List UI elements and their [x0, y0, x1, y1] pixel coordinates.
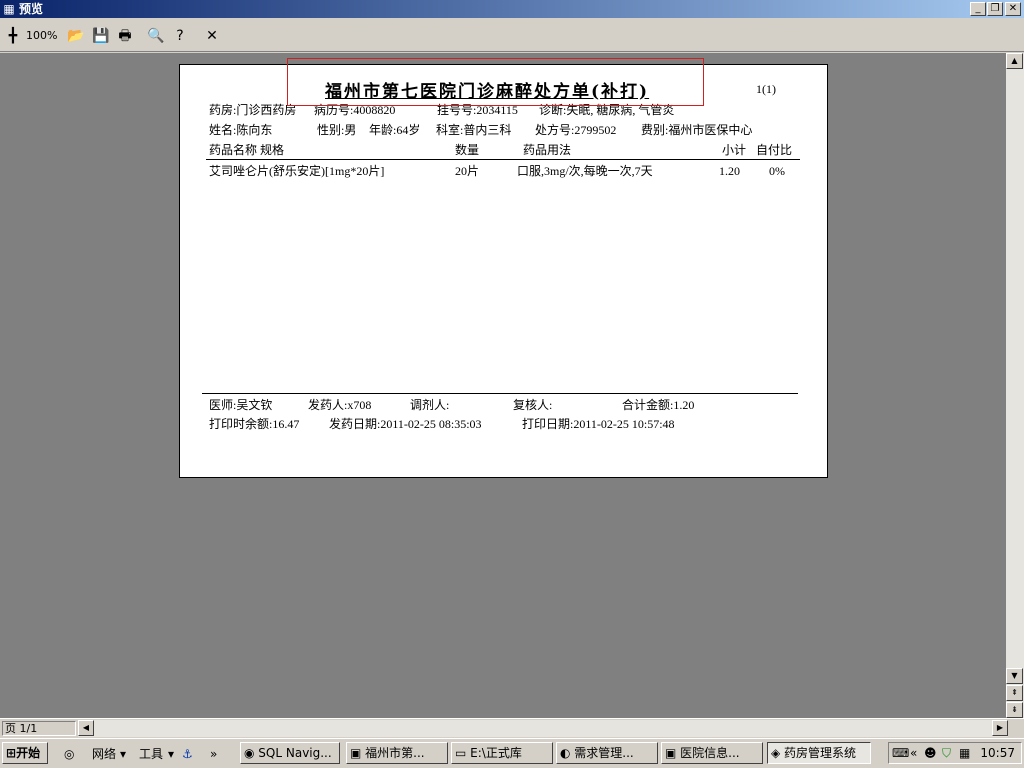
zoom-icon[interactable]: ╋: [6, 26, 20, 46]
quick-network[interactable]: 网络: [92, 744, 116, 764]
item-subtotal: 1.20: [719, 164, 740, 178]
save-icon[interactable]: 💾: [92, 26, 110, 46]
checker: 复核人:: [513, 398, 553, 412]
close-button[interactable]: ✕: [1005, 2, 1021, 16]
expand-tray-icon[interactable]: «: [910, 745, 917, 761]
status-bar: 页 1/1 ◀ ▶: [0, 718, 1024, 738]
scroll-up-icon[interactable]: ▲: [1006, 53, 1023, 69]
window-title-bar: ▦ 预览 _ ❐ ✕: [0, 0, 1024, 18]
task-firefox[interactable]: ◐ 需求管理...: [556, 742, 658, 764]
footer-divider: [202, 393, 798, 394]
preview-toolbar: ╋ 100% 📂 💾 🖶 🔍 ? ✕: [0, 18, 1024, 52]
network-status-icon[interactable]: ▦: [959, 745, 970, 761]
item-usage: 口服,3mg/次,每晚一次,7天: [517, 164, 653, 178]
taskbar: ⊞开始 ◎ 网络 ▾ 工具 ▾ ⚓ » ◉ SQL Navig... ▣ 福州市…: [0, 738, 1024, 768]
close-preview-icon[interactable]: ✕: [203, 26, 221, 46]
task-label: SQL Navig...: [258, 746, 332, 760]
patient-name: 姓名:陈向东: [209, 123, 273, 137]
network-icon[interactable]: ◎: [64, 744, 74, 764]
total-amount: 合计金额:1.20: [622, 398, 695, 412]
keyboard-icon[interactable]: ⌨: [892, 745, 909, 761]
col-drug: 药品名称 规格: [209, 143, 285, 157]
col-qty: 数量: [455, 143, 480, 157]
department: 科室:普内三科: [436, 123, 512, 137]
vertical-scrollbar[interactable]: ▲ ▼ ⇞ ⇟: [1006, 53, 1024, 718]
windows-logo-icon: ⊞: [6, 746, 17, 760]
help-icon[interactable]: ?: [171, 26, 189, 46]
prescription-page: 福州市第七医院门诊麻醉处方单(补打) 1(1) 药房:门诊西药房 病历号:400…: [179, 64, 828, 478]
anchor-icon[interactable]: ⚓: [182, 744, 193, 764]
task-hospital-doc[interactable]: ▣ 医院信息...: [661, 742, 763, 764]
task-label: 药房管理系统: [784, 746, 857, 760]
page-indicator: 1(1): [756, 82, 776, 96]
header-divider: [206, 159, 800, 160]
item-self-pay: 0%: [769, 164, 785, 178]
dispense-date: 发药日期:2011-02-25 08:35:03: [329, 417, 482, 431]
shield-icon[interactable]: ⛉: [942, 745, 951, 761]
page-up-icon[interactable]: ⇞: [1006, 685, 1023, 701]
page-count: 页 1/1: [2, 721, 76, 736]
print-icon[interactable]: 🖶: [116, 26, 134, 46]
item-qty: 20片: [455, 164, 480, 178]
selection-rectangle: [287, 58, 704, 106]
page-down-icon[interactable]: ⇟: [1006, 702, 1023, 718]
item-drug: 艾司唑仑片(舒乐安定)[1mg*20片]: [209, 164, 385, 178]
age: 年龄:64岁: [369, 123, 421, 137]
start-label: 开始: [16, 746, 41, 760]
restore-button[interactable]: ❐: [987, 2, 1003, 16]
task-word-doc[interactable]: ▣ 福州市第...: [346, 742, 448, 764]
horizontal-scrollbar[interactable]: ◀ ▶: [78, 720, 1008, 737]
rx-no: 处方号:2799502: [535, 123, 617, 137]
window-title: 预览: [19, 2, 44, 16]
dispenser: 发药人:x708: [308, 398, 372, 412]
task-label: 需求管理...: [574, 746, 634, 760]
pharmacy: 药房:门诊西药房: [209, 103, 297, 117]
chevron-down-icon[interactable]: ▾: [168, 744, 174, 764]
chevron-down-icon[interactable]: ▾: [120, 744, 126, 764]
balance: 打印时余额:16.47: [209, 417, 300, 431]
find-icon[interactable]: 🔍: [147, 26, 165, 46]
system-tray: ⌨ « ☻ ⛉ ▦ 10:57: [888, 742, 1022, 764]
scroll-right-icon[interactable]: ▶: [992, 720, 1008, 736]
more-icon[interactable]: »: [210, 744, 217, 764]
task-label: E:\正式库: [470, 746, 522, 760]
scroll-left-icon[interactable]: ◀: [78, 720, 94, 736]
task-sql-navigator[interactable]: ◉ SQL Navig...: [240, 742, 340, 764]
quick-tools[interactable]: 工具: [139, 744, 163, 764]
fee-type: 费别:福州市医保中心: [641, 123, 753, 137]
doctor: 医师:吴文钦: [209, 398, 273, 412]
print-date: 打印日期:2011-02-25 10:57:48: [522, 417, 675, 431]
col-usage: 药品用法: [523, 143, 572, 157]
start-button[interactable]: ⊞开始: [2, 742, 48, 764]
col-self-pay: 自付比: [756, 143, 793, 157]
task-label: 医院信息...: [680, 746, 740, 760]
scroll-down-icon[interactable]: ▼: [1006, 668, 1023, 684]
mixer: 调剂人:: [410, 398, 450, 412]
gender: 性别:男: [317, 123, 357, 137]
task-pharmacy-system[interactable]: ◈ 药房管理系统: [767, 742, 871, 764]
app-icon: ▦: [3, 2, 15, 16]
col-subtotal: 小计: [722, 143, 747, 157]
task-folder[interactable]: ▭ E:\正式库: [451, 742, 553, 764]
qq-icon[interactable]: ☻: [924, 745, 937, 761]
clock: 10:57: [980, 746, 1015, 760]
zoom-level[interactable]: 100%: [26, 26, 57, 46]
task-label: 福州市第...: [365, 746, 425, 760]
minimize-button[interactable]: _: [970, 2, 986, 16]
open-folder-icon[interactable]: 📂: [67, 26, 85, 46]
